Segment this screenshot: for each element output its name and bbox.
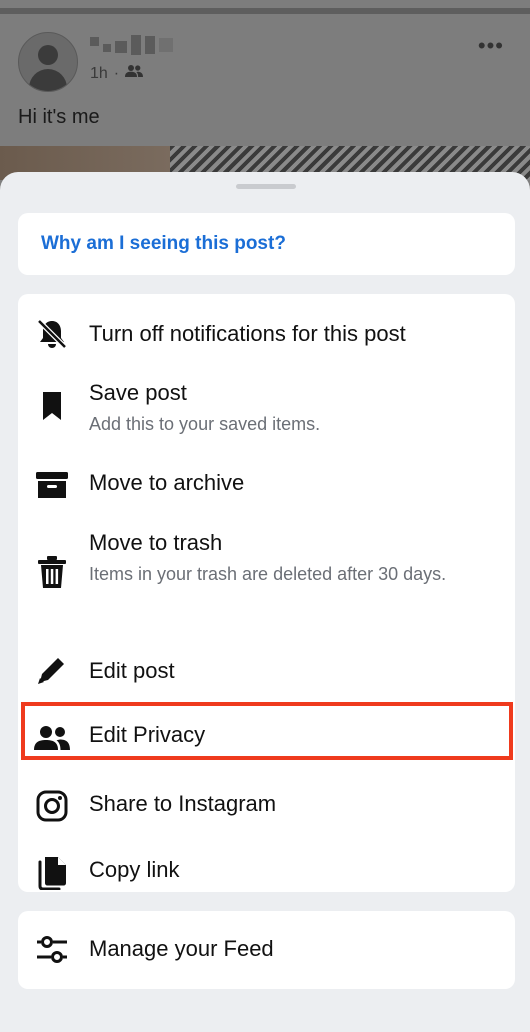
menu-item-edit-post[interactable]: Edit post — [18, 644, 515, 708]
menu-item-title: Edit Privacy — [89, 722, 206, 747]
copy-link-icon — [34, 855, 70, 891]
why-seeing-card[interactable]: Why am I seeing this post? — [18, 213, 515, 275]
why-seeing-post-link[interactable]: Why am I seeing this post? — [41, 233, 286, 255]
menu-item-title: Move to archive — [89, 470, 245, 495]
redaction-block — [90, 36, 99, 46]
redaction-block — [145, 36, 155, 54]
menu-item-manage-feed[interactable]: Manage your Feed — [18, 911, 515, 989]
sheet-drag-handle[interactable] — [236, 184, 296, 189]
post-top-divider — [0, 8, 530, 14]
redaction-block — [131, 35, 141, 55]
menu-item-move-to-trash[interactable]: Move to trash Items in your trash are de… — [18, 526, 515, 644]
redaction-block — [115, 41, 127, 53]
menu-item-move-to-archive[interactable]: Move to archive — [18, 464, 515, 526]
friends-icon — [34, 720, 70, 756]
menu-item-title: Move to trash — [89, 530, 223, 555]
avatar-body — [29, 69, 67, 91]
avatar-head — [38, 45, 58, 65]
more-options-icon[interactable]: ••• — [478, 33, 504, 59]
instagram-icon — [34, 788, 70, 824]
post-time: 1h — [90, 64, 108, 82]
menu-item-turn-off-notifications[interactable]: Turn off notifications for this post — [18, 294, 515, 372]
meta-separator: · — [113, 64, 120, 82]
bookmark-icon — [34, 388, 70, 424]
bell-off-icon — [34, 316, 70, 352]
menu-item-share-to-instagram[interactable]: Share to Instagram — [18, 772, 515, 836]
post-text: Hi it's me — [18, 106, 100, 128]
menu-item-title: Save post — [89, 380, 187, 405]
manage-feed-card: Manage your Feed — [18, 911, 515, 989]
post-options-sheet: Why am I seeing this post? Turn off noti… — [0, 172, 530, 1032]
sliders-icon — [34, 932, 70, 968]
menu-item-edit-privacy[interactable]: Edit Privacy — [18, 708, 515, 772]
menu-item-title: Turn off notifications for this post — [89, 321, 406, 346]
menu-item-title: Share to Instagram — [89, 791, 277, 816]
avatar[interactable] — [18, 32, 78, 92]
redaction-block — [159, 38, 173, 52]
menu-item-title: Manage your Feed — [89, 936, 274, 961]
background-post: 1h · ••• Hi it's me — [0, 0, 530, 180]
trash-icon — [34, 554, 70, 590]
redaction-block — [103, 44, 111, 52]
archive-icon — [34, 467, 70, 503]
post-meta: 1h · — [90, 64, 144, 83]
pencil-icon — [34, 652, 70, 688]
menu-item-subtitle: Add this to your saved items. — [89, 414, 321, 434]
menu-item-title: Edit post — [89, 658, 175, 683]
menu-item-title: Copy link — [89, 857, 180, 882]
menu-item-subtitle: Items in your trash are deleted after 30… — [89, 564, 447, 584]
author-name-redacted[interactable] — [90, 34, 190, 56]
menu-item-save-post[interactable]: Save post Add this to your saved items. — [18, 372, 515, 464]
friends-icon — [125, 64, 144, 83]
post-options-menu: Turn off notifications for this post Sav… — [18, 294, 515, 892]
menu-item-copy-link[interactable]: Copy link — [18, 836, 515, 892]
